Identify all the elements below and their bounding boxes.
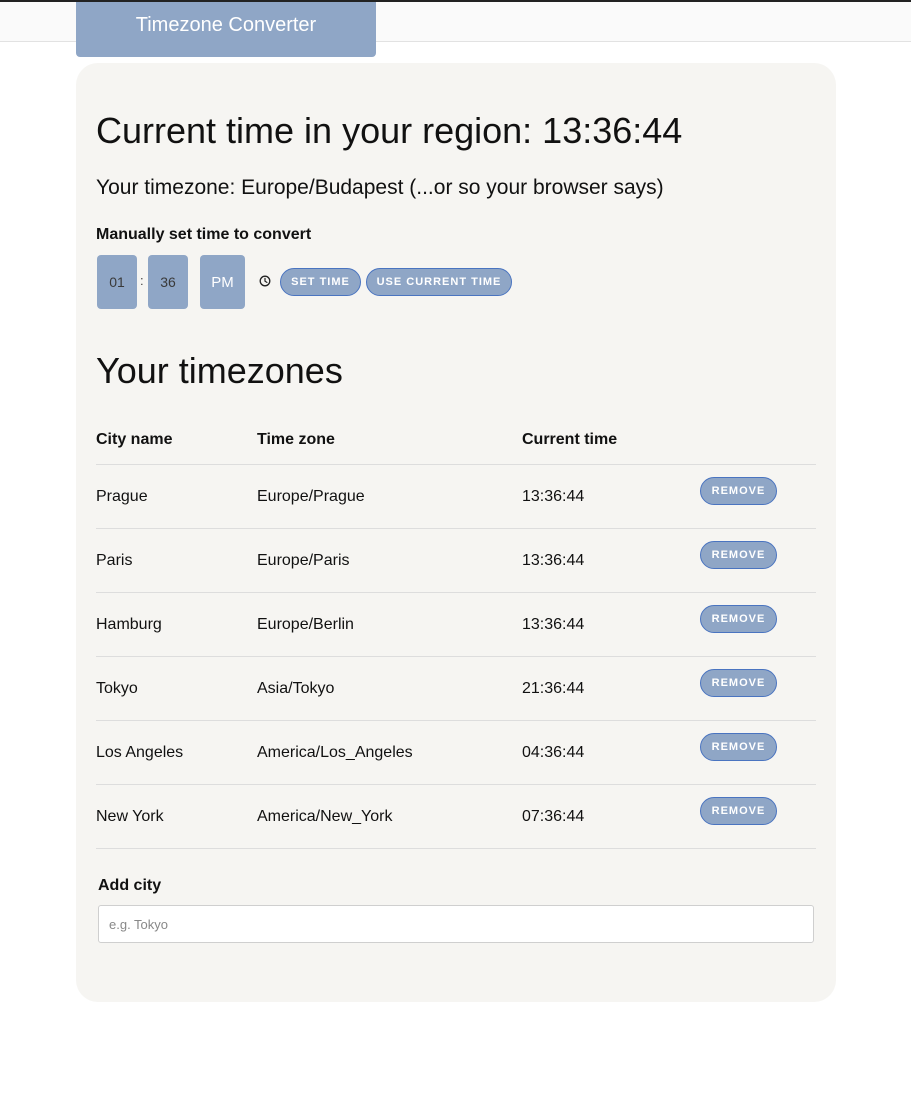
city-name: Hamburg (96, 616, 162, 633)
timezones-heading: Your timezones (96, 350, 343, 391)
minute-input[interactable]: 36 (148, 255, 188, 309)
city-name: Los Angeles (96, 744, 184, 761)
remove-button[interactable]: Remove (700, 605, 777, 633)
app-title: Timezone Converter (135, 14, 317, 36)
table-row: Hamburg Europe/Berlin 13:36:44 Remove (96, 593, 816, 657)
column-header-city: City name (96, 431, 173, 448)
city-name: New York (96, 808, 164, 825)
column-header-zone: Time zone (257, 431, 335, 448)
set-time-button[interactable]: Set time (280, 268, 361, 296)
table-row: New York America/New_York 07:36:44 Remov… (96, 785, 816, 849)
time-zone: Europe/Paris (257, 552, 350, 569)
use-current-time-button[interactable]: Use current time (366, 268, 512, 296)
current-time: 21:36:44 (522, 680, 585, 697)
add-city-label: Add city (98, 877, 162, 894)
clock-icon[interactable] (259, 275, 271, 287)
ampm-input[interactable]: PM (200, 255, 245, 309)
current-time: 07:36:44 (522, 808, 585, 825)
table-row: Tokyo Asia/Tokyo 21:36:44 Remove (96, 657, 816, 721)
time-zone: America/New_York (257, 808, 393, 825)
remove-button[interactable]: Remove (700, 733, 777, 761)
city-name: Paris (96, 552, 133, 569)
time-zone: Asia/Tokyo (257, 680, 335, 697)
manual-time-label: Manually set time to convert (96, 226, 312, 243)
hour-input[interactable]: 01 (97, 255, 137, 309)
remove-button[interactable]: Remove (700, 797, 777, 825)
remove-button[interactable]: Remove (700, 541, 777, 569)
app-title-tab[interactable]: Timezone Converter (76, 2, 376, 57)
add-city-input[interactable] (98, 905, 814, 943)
current-time: 13:36:44 (522, 488, 585, 505)
current-time: 13:36:44 (522, 552, 585, 569)
current-time: 04:36:44 (522, 744, 585, 761)
table-header: City name Time zone Current time (96, 425, 816, 465)
table-row: Los Angeles America/Los_Angeles 04:36:44… (96, 721, 816, 785)
column-header-time: Current time (522, 431, 618, 448)
remove-button[interactable]: Remove (700, 669, 777, 697)
time-zone: Europe/Berlin (257, 616, 354, 633)
timezones-table: City name Time zone Current time Prague … (96, 425, 816, 849)
main-card: Current time in your region: 13:36:44 Yo… (76, 63, 836, 1002)
table-row: Prague Europe/Prague 13:36:44 Remove (96, 465, 816, 529)
city-name: Tokyo (96, 680, 138, 697)
time-separator: : (140, 273, 144, 288)
current-time: 13:36:44 (522, 616, 585, 633)
city-name: Prague (96, 488, 148, 505)
remove-button[interactable]: Remove (700, 477, 777, 505)
current-time-heading: Current time in your region: 13:36:44 (96, 110, 683, 151)
time-zone: Europe/Prague (257, 488, 365, 505)
time-zone: America/Los_Angeles (257, 744, 413, 761)
table-row: Paris Europe/Paris 13:36:44 Remove (96, 529, 816, 593)
timezone-line: Your timezone: Europe/Budapest (...or so… (96, 176, 664, 199)
